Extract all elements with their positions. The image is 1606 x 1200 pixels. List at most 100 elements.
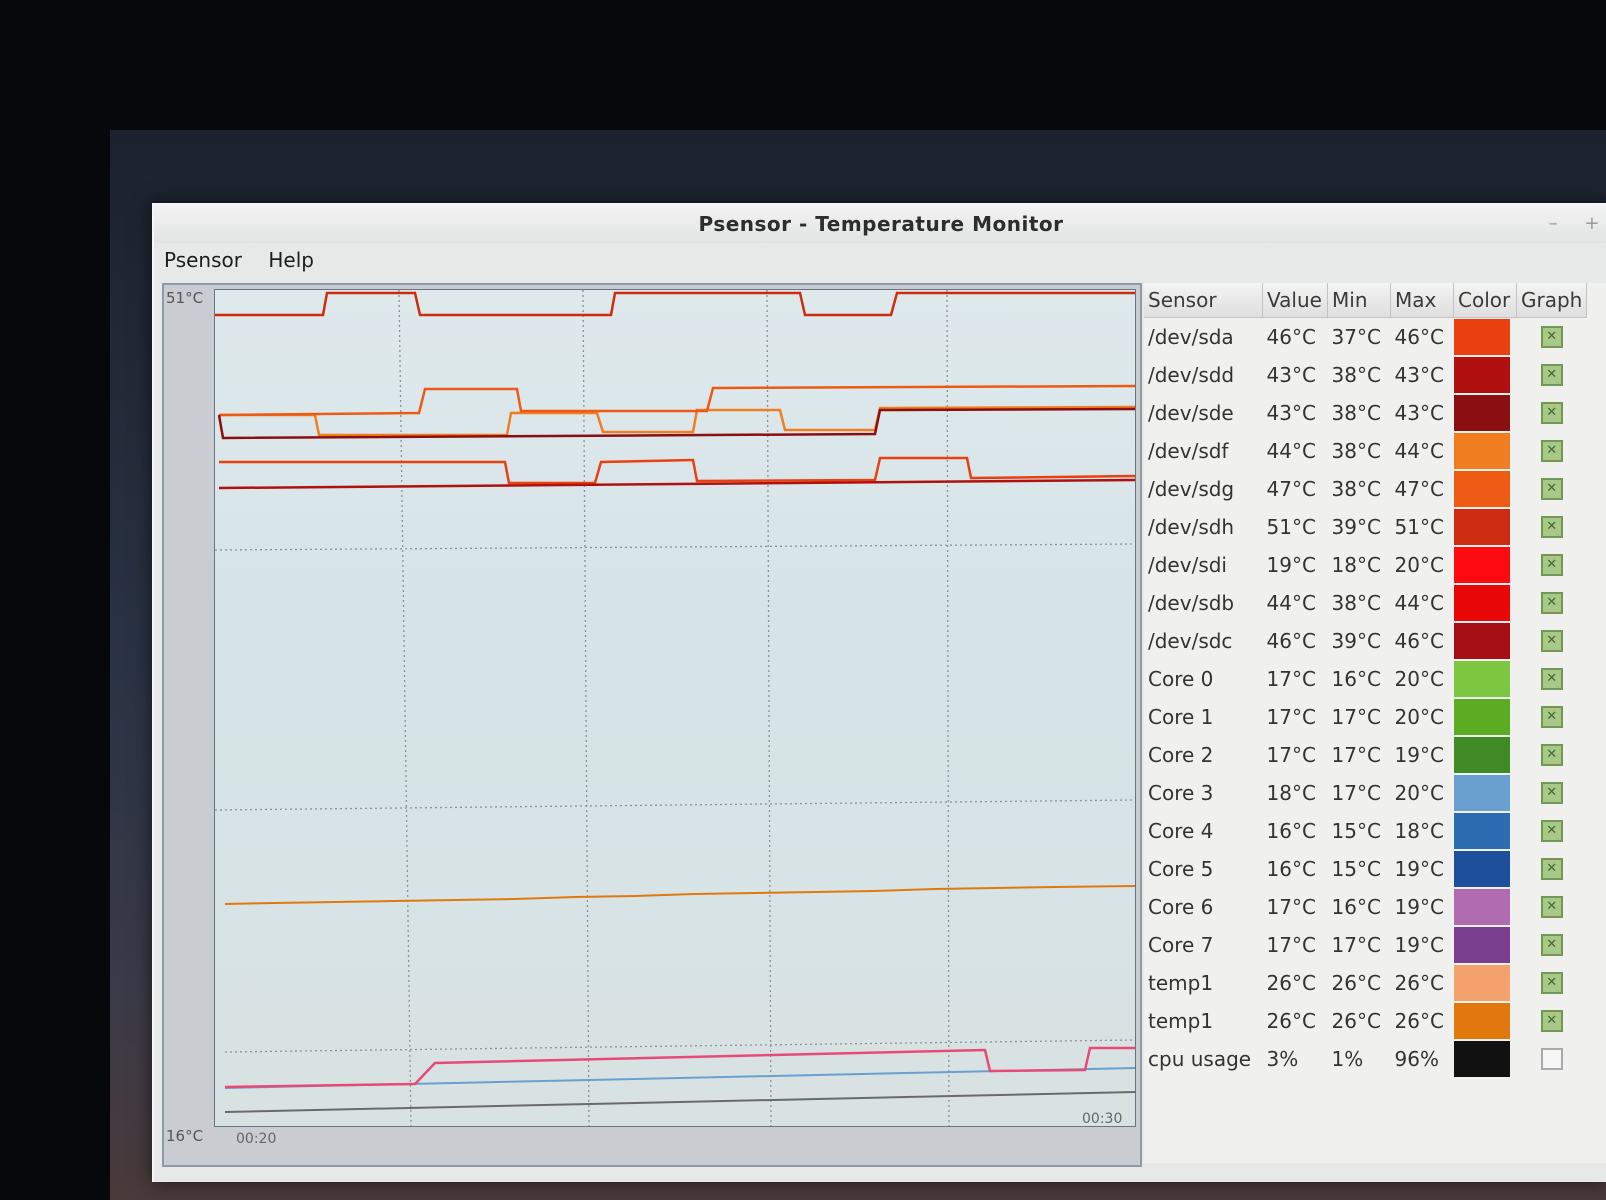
graph-toggle-checkbox[interactable]: ✕: [1540, 896, 1563, 918]
color-swatch[interactable]: [1453, 851, 1510, 887]
color-swatch[interactable]: [1453, 319, 1510, 355]
menu-help[interactable]: Help: [258, 243, 324, 272]
graph-toggle-checkbox[interactable]: ✕: [1540, 934, 1563, 956]
sensor-min: 26°C: [1331, 1009, 1381, 1033]
column-header-graph[interactable]: Graph: [1516, 283, 1588, 318]
sensor-name: /dev/sdb: [1148, 591, 1235, 615]
sensor-color-cell[interactable]: [1453, 774, 1517, 812]
graph-toggle-checkbox[interactable]: ✕: [1540, 630, 1563, 652]
sensor-color-cell[interactable]: [1453, 888, 1517, 926]
color-swatch[interactable]: [1453, 433, 1510, 469]
sensor-min: 38°C: [1331, 591, 1381, 615]
color-swatch[interactable]: [1453, 699, 1510, 735]
color-swatch[interactable]: [1453, 623, 1510, 659]
sensor-color-cell[interactable]: [1453, 1002, 1517, 1040]
sensor-row[interactable]: /dev/sdh 51°C 39°C 51°C ✕: [1144, 508, 1587, 546]
sensor-row[interactable]: /dev/sdb 44°C 38°C 44°C ✕: [1144, 584, 1587, 622]
sensor-row[interactable]: Core 2 17°C 17°C 19°C ✕: [1144, 736, 1587, 774]
color-swatch[interactable]: [1453, 547, 1510, 583]
sensor-color-cell[interactable]: [1453, 470, 1517, 508]
graph-toggle-checkbox[interactable]: ✕: [1540, 782, 1563, 804]
graph-toggle-checkbox[interactable]: ✕: [1540, 516, 1563, 538]
column-header-sensor[interactable]: Sensor: [1144, 283, 1263, 318]
sensor-graph-cell: ✕: [1517, 964, 1587, 1002]
color-swatch[interactable]: [1453, 813, 1510, 849]
sensor-row[interactable]: /dev/sdg 47°C 38°C 47°C ✕: [1144, 470, 1587, 508]
menu-psensor[interactable]: Psensor: [154, 243, 252, 272]
sensor-row[interactable]: /dev/sdf 44°C 38°C 44°C ✕: [1144, 432, 1587, 470]
graph-toggle-checkbox[interactable]: ✕: [1540, 706, 1563, 728]
sensor-color-cell[interactable]: [1453, 850, 1517, 888]
graph-toggle-checkbox[interactable]: ✕: [1540, 972, 1563, 994]
color-swatch[interactable]: [1453, 889, 1510, 925]
title-bar[interactable]: Psensor - Temperature Monitor – +: [154, 205, 1606, 243]
sensor-color-cell[interactable]: [1453, 926, 1517, 964]
sensor-color-cell[interactable]: [1453, 622, 1517, 660]
color-swatch[interactable]: [1453, 661, 1510, 697]
maximize-button[interactable]: +: [1584, 213, 1600, 234]
sensor-row[interactable]: Core 1 17°C 17°C 20°C ✕: [1144, 698, 1587, 736]
color-swatch[interactable]: [1453, 395, 1510, 431]
sensor-row[interactable]: Core 3 18°C 17°C 20°C ✕: [1144, 774, 1587, 812]
graph-toggle-checkbox[interactable]: ✕: [1540, 326, 1563, 348]
graph-toggle-checkbox[interactable]: ✕: [1540, 1048, 1563, 1070]
graph-toggle-checkbox[interactable]: ✕: [1540, 592, 1563, 614]
graph-toggle-checkbox[interactable]: ✕: [1540, 478, 1563, 500]
sensor-row[interactable]: Core 5 16°C 15°C 19°C ✕: [1144, 850, 1587, 888]
sensor-row[interactable]: Core 0 17°C 16°C 20°C ✕: [1144, 660, 1587, 698]
sensor-row[interactable]: /dev/sdd 43°C 38°C 43°C ✕: [1144, 356, 1587, 394]
column-header-color[interactable]: Color: [1453, 283, 1517, 318]
sensor-color-cell[interactable]: [1453, 546, 1517, 584]
sensor-color-cell[interactable]: [1453, 584, 1517, 622]
graph-toggle-checkbox[interactable]: ✕: [1540, 554, 1563, 576]
sensor-color-cell[interactable]: [1453, 660, 1517, 698]
sensor-row[interactable]: cpu usage 3% 1% 96% ✕: [1144, 1040, 1587, 1078]
color-swatch[interactable]: [1453, 509, 1510, 545]
sensor-value: 44°C: [1266, 439, 1316, 463]
color-swatch[interactable]: [1453, 927, 1510, 963]
sensor-color-cell[interactable]: [1453, 812, 1517, 850]
sensor-min: 26°C: [1331, 971, 1381, 995]
sensor-color-cell[interactable]: [1453, 394, 1517, 432]
color-swatch[interactable]: [1453, 585, 1510, 621]
sensor-row[interactable]: Core 4 16°C 15°C 18°C ✕: [1144, 812, 1587, 850]
graph-toggle-checkbox[interactable]: ✕: [1540, 668, 1563, 690]
color-swatch[interactable]: [1453, 965, 1510, 1001]
color-swatch[interactable]: [1453, 1003, 1510, 1039]
column-header-min[interactable]: Min: [1327, 283, 1391, 318]
column-header-max[interactable]: Max: [1390, 283, 1454, 318]
sensor-color-cell[interactable]: [1453, 356, 1517, 394]
sensor-color-cell[interactable]: [1453, 318, 1517, 357]
graph-toggle-checkbox[interactable]: ✕: [1540, 820, 1563, 842]
minimize-button[interactable]: –: [1549, 213, 1559, 234]
color-swatch[interactable]: [1453, 737, 1510, 773]
graph-x-start-label: 00:20: [236, 1131, 277, 1147]
color-swatch[interactable]: [1453, 471, 1510, 507]
sensor-row[interactable]: temp1 26°C 26°C 26°C ✕: [1144, 964, 1587, 1002]
sensor-row[interactable]: /dev/sda 46°C 37°C 46°C ✕: [1144, 318, 1587, 357]
graph-toggle-checkbox[interactable]: ✕: [1540, 1010, 1563, 1032]
sensor-row[interactable]: /dev/sdc 46°C 39°C 46°C ✕: [1144, 622, 1587, 660]
sensor-color-cell[interactable]: [1453, 964, 1517, 1002]
sensor-color-cell[interactable]: [1453, 508, 1517, 546]
graph-toggle-checkbox[interactable]: ✕: [1540, 402, 1563, 424]
sensor-color-cell[interactable]: [1453, 432, 1517, 470]
graph-toggle-checkbox[interactable]: ✕: [1540, 364, 1563, 386]
color-swatch[interactable]: [1453, 775, 1510, 811]
graph-toggle-checkbox[interactable]: ✕: [1540, 440, 1563, 462]
column-header-value[interactable]: Value: [1262, 283, 1328, 318]
sensor-row[interactable]: /dev/sde 43°C 38°C 43°C ✕: [1144, 394, 1587, 432]
sensor-color-cell[interactable]: [1453, 698, 1517, 736]
temperature-graph[interactable]: [214, 289, 1136, 1127]
graph-toggle-checkbox[interactable]: ✕: [1540, 744, 1563, 766]
color-swatch[interactable]: [1453, 1041, 1510, 1077]
sensor-row[interactable]: /dev/sdi 19°C 18°C 20°C ✕: [1144, 546, 1587, 584]
sensor-row[interactable]: Core 6 17°C 16°C 19°C ✕: [1144, 888, 1587, 926]
graph-toggle-checkbox[interactable]: ✕: [1540, 858, 1563, 880]
curve-dev-sdh: [215, 291, 1135, 317]
color-swatch[interactable]: [1453, 357, 1510, 393]
sensor-row[interactable]: Core 7 17°C 17°C 19°C ✕: [1144, 926, 1587, 964]
sensor-color-cell[interactable]: [1453, 736, 1517, 774]
sensor-row[interactable]: temp1 26°C 26°C 26°C ✕: [1144, 1002, 1587, 1040]
sensor-color-cell[interactable]: [1453, 1040, 1517, 1078]
